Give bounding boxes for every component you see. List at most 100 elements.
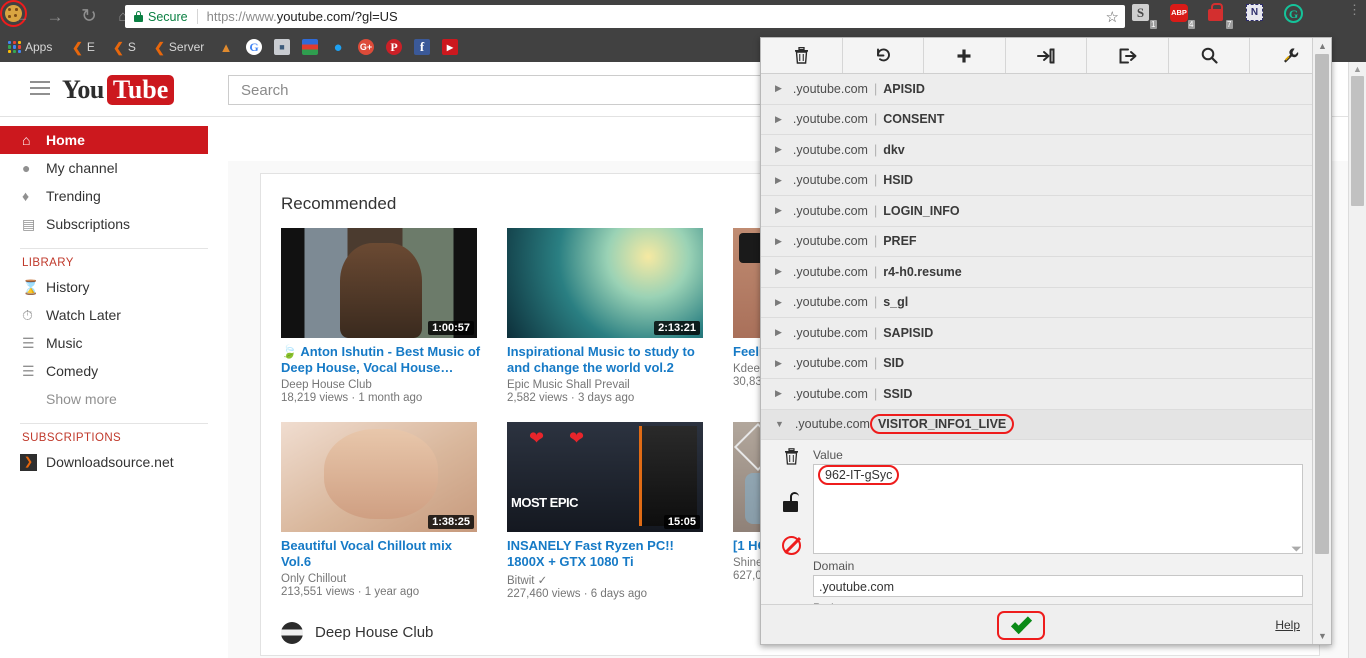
- video-card[interactable]: 2:13:21 Inspirational Music to study to …: [507, 228, 709, 404]
- popup-scrollbar[interactable]: ▲ ▼: [1312, 38, 1331, 644]
- lastpass-extension-icon[interactable]: 7: [1208, 3, 1233, 29]
- bookmark-facebook[interactable]: f: [414, 37, 430, 57]
- cookie-row[interactable]: ▶ .youtube.com | SID: [761, 348, 1314, 379]
- collapse-chevron-icon[interactable]: ▼: [775, 419, 784, 429]
- expand-chevron-icon[interactable]: ▶: [775, 388, 782, 399]
- bookmark-mountain[interactable]: ▲: [218, 37, 234, 57]
- video-title[interactable]: Beautiful Vocal Chillout mix Vol.6: [281, 538, 483, 570]
- confirm-button[interactable]: [997, 611, 1045, 640]
- cookie-row[interactable]: ▶ .youtube.com | CONSENT: [761, 104, 1314, 135]
- sidebar-item-trending[interactable]: ♦ Trending: [0, 182, 228, 210]
- export-button[interactable]: [1087, 38, 1169, 73]
- video-card[interactable]: 1:38:25 Beautiful Vocal Chillout mix Vol…: [281, 422, 483, 600]
- cookie-row[interactable]: ▶ .youtube.com | LOGIN_INFO: [761, 196, 1314, 227]
- domain-input[interactable]: .youtube.com: [813, 575, 1303, 597]
- bookmark-apps[interactable]: Apps: [8, 37, 52, 57]
- value-textarea[interactable]: 962-IT-gSyc ◢: [813, 464, 1303, 554]
- cookie-row[interactable]: ▶ .youtube.com | APISID: [761, 74, 1314, 105]
- bookmark-stripes[interactable]: [302, 37, 318, 57]
- bookmark-twitter[interactable]: ●: [330, 37, 346, 57]
- resize-handle-icon[interactable]: ◢: [1290, 540, 1303, 553]
- youtube-logo[interactable]: You Tube: [62, 75, 175, 105]
- sidebar-item-comedy[interactable]: ☰ Comedy: [0, 357, 228, 385]
- sidebar-item-home[interactable]: ⌂ Home: [0, 126, 208, 154]
- cookie-list[interactable]: ▶ .youtube.com | APISID ▶ .youtube.com |…: [761, 74, 1314, 629]
- reload-icon[interactable]: ↻: [76, 4, 102, 30]
- hamburger-menu-icon[interactable]: [30, 81, 50, 95]
- arrow-into-icon: [1037, 48, 1055, 63]
- cookie-domain: .youtube.com: [792, 142, 868, 157]
- sidebar-item-my-channel[interactable]: ● My channel: [0, 154, 228, 182]
- chrome-menu-icon[interactable]: ⋮: [1348, 3, 1361, 16]
- sidebar-item-downloadsource[interactable]: ❯ Downloadsource.net: [0, 448, 228, 476]
- video-thumbnail[interactable]: ❤ ❤ MOST EPIC 15:05: [507, 422, 703, 532]
- bookmark-toolbox[interactable]: ■: [274, 37, 290, 57]
- add-cookie-button[interactable]: [924, 38, 1006, 73]
- scroll-up-arrow-icon[interactable]: ▲: [1318, 41, 1327, 51]
- expand-chevron-icon[interactable]: ▶: [775, 266, 782, 277]
- note-extension-icon[interactable]: N: [1246, 4, 1270, 28]
- cookie-row[interactable]: ▶ .youtube.com | dkv: [761, 135, 1314, 166]
- sidebar-item-music[interactable]: ☰ Music: [0, 329, 228, 357]
- adblock-plus-extension-icon[interactable]: ABP 4: [1170, 4, 1195, 29]
- cookie-row[interactable]: ▶ .youtube.com | HSID: [761, 165, 1314, 196]
- address-bar[interactable]: Secure https://www.youtube.com/?gl=US ☆: [125, 5, 1125, 28]
- forward-icon[interactable]: →: [42, 4, 68, 30]
- video-thumbnail[interactable]: 1:00:57: [281, 228, 477, 338]
- bookmark-folder-server[interactable]: ❮ Server: [154, 37, 204, 57]
- video-card[interactable]: ❤ ❤ MOST EPIC 15:05 INSANELY Fast Ryzen …: [507, 422, 709, 600]
- sidebar-item-watch-later[interactable]: ⏱ Watch Later: [0, 301, 228, 329]
- delete-all-button[interactable]: [761, 38, 843, 73]
- bookmark-googleplus[interactable]: G+: [358, 37, 374, 57]
- video-title[interactable]: INSANELY Fast Ryzen PC!! 1800X + GTX 108…: [507, 538, 709, 570]
- video-channel[interactable]: Deep House Club: [281, 379, 483, 391]
- video-title[interactable]: Inspirational Music to study to and chan…: [507, 344, 709, 376]
- expand-chevron-icon[interactable]: ▶: [775, 327, 782, 338]
- expand-chevron-icon[interactable]: ▶: [775, 297, 782, 308]
- sidebar-item-subscriptions[interactable]: ▤ Subscriptions: [0, 210, 228, 238]
- cookie-row[interactable]: ▶ .youtube.com | s_gl: [761, 287, 1314, 318]
- video-thumbnail[interactable]: 1:38:25: [281, 422, 477, 532]
- scribd-extension-icon[interactable]: S 1: [1132, 4, 1157, 29]
- cookie-row[interactable]: ▶ .youtube.com | PREF: [761, 226, 1314, 257]
- grammarly-extension-icon[interactable]: G: [1284, 4, 1308, 28]
- expand-chevron-icon[interactable]: ▶: [775, 114, 782, 125]
- scroll-down-arrow-icon[interactable]: ▼: [1318, 631, 1327, 641]
- bookmark-folder-s[interactable]: ❮ S: [113, 37, 136, 57]
- cookie-row[interactable]: ▶ .youtube.com | SAPISID: [761, 318, 1314, 349]
- cookie-row-selected[interactable]: ▼ .youtube.com VISITOR_INFO1_LIVE: [761, 409, 1314, 440]
- bookmark-folder-e[interactable]: ❮ E: [72, 37, 95, 57]
- cookie-row[interactable]: ▶ .youtube.com | SSID: [761, 379, 1314, 410]
- scroll-up-arrow-icon[interactable]: ▲: [1353, 64, 1362, 74]
- page-scrollbar-thumb[interactable]: [1351, 76, 1364, 206]
- bookmark-star-icon[interactable]: ☆: [1106, 8, 1119, 26]
- expand-chevron-icon[interactable]: ▶: [775, 144, 782, 155]
- page-scrollbar[interactable]: ▲: [1348, 62, 1366, 658]
- protect-cookie-button[interactable]: [771, 492, 811, 536]
- expand-chevron-icon[interactable]: ▶: [775, 175, 782, 186]
- popup-scrollbar-thumb[interactable]: [1315, 54, 1329, 554]
- video-channel[interactable]: Bitwit ✓: [507, 573, 709, 587]
- search-button[interactable]: [1169, 38, 1251, 73]
- expand-chevron-icon[interactable]: ▶: [775, 205, 782, 216]
- video-thumbnail[interactable]: 2:13:21: [507, 228, 703, 338]
- expand-chevron-icon[interactable]: ▶: [775, 83, 782, 94]
- delete-cookie-button[interactable]: [771, 448, 811, 492]
- import-button[interactable]: [1006, 38, 1088, 73]
- cookie-row[interactable]: ▶ .youtube.com | r4-h0.resume: [761, 257, 1314, 288]
- video-channel[interactable]: Epic Music Shall Prevail: [507, 379, 709, 391]
- reset-button[interactable]: [843, 38, 925, 73]
- bookmark-youtube[interactable]: ▶: [442, 37, 458, 57]
- bookmark-google[interactable]: G: [246, 37, 262, 57]
- channel-name[interactable]: Deep House Club: [315, 624, 433, 641]
- bookmark-pinterest[interactable]: P: [386, 37, 402, 57]
- video-title[interactable]: 🍃 Anton Ishutin - Best Music of Deep Hou…: [281, 344, 483, 376]
- sidebar-item-history[interactable]: ⌛ History: [0, 273, 228, 301]
- video-card[interactable]: 1:00:57 🍃 Anton Ishutin - Best Music of …: [281, 228, 483, 404]
- block-cookie-button[interactable]: [771, 536, 811, 580]
- expand-chevron-icon[interactable]: ▶: [775, 236, 782, 247]
- expand-chevron-icon[interactable]: ▶: [775, 358, 782, 369]
- video-channel[interactable]: Only Chillout: [281, 573, 483, 585]
- sidebar-show-more[interactable]: Show more: [0, 385, 228, 413]
- help-link[interactable]: Help: [1275, 618, 1300, 632]
